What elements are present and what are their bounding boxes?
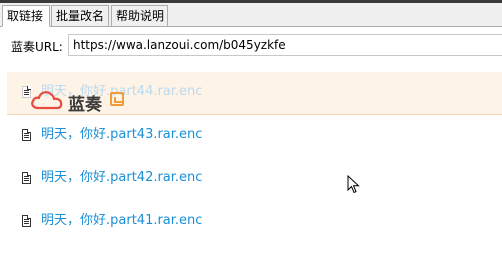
lanzou-watermark-logo: 蓝奏 <box>30 88 130 115</box>
tab-get-links[interactable]: 取链接 <box>2 5 50 27</box>
url-label: 蓝奏URL: <box>11 40 63 54</box>
cloud-icon <box>31 91 63 110</box>
watermark-badge-icon <box>110 92 124 106</box>
tab-help[interactable]: 帮助说明 <box>111 5 168 27</box>
file-icon <box>22 129 31 141</box>
file-name-link[interactable]: 明天，你好.part43.rar.enc <box>41 127 202 143</box>
file-name-link[interactable]: 明天，你好.part42.rar.enc <box>41 170 202 186</box>
file-name-link[interactable]: 明天，你好.part41.rar.enc <box>41 213 202 229</box>
window-top-edge <box>0 0 502 3</box>
file-icon <box>22 215 31 227</box>
watermark-text: 蓝奏 <box>68 95 102 115</box>
tab-batch-rename[interactable]: 批量改名 <box>51 5 109 27</box>
file-list-item[interactable]: 明天，你好.part43.rar.enc <box>7 115 502 158</box>
tab-bar: 取链接 批量改名 帮助说明 <box>0 5 502 27</box>
file-icon <box>22 172 31 184</box>
url-input[interactable] <box>68 34 502 56</box>
tab-panel-get-links: 蓝奏URL: 明天，你好.part44.rar.enc 明天，你好.part43… <box>0 27 502 275</box>
file-list-item[interactable]: 明天，你好.part41.rar.enc <box>7 201 502 244</box>
mouse-cursor-icon <box>347 175 360 194</box>
file-list-item[interactable]: 明天，你好.part42.rar.enc <box>7 158 502 201</box>
